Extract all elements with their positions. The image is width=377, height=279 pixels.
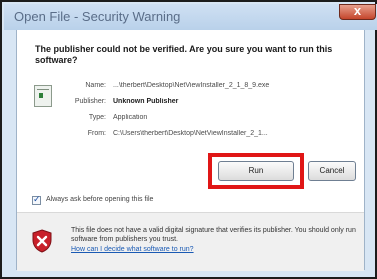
title-bar: Open File - Security Warning	[4, 4, 377, 30]
detail-row-name: Name: ...\therbert\Desktop\NetViewInstal…	[17, 82, 366, 94]
detail-value: ...\therbert\Desktop\NetViewInstaller_2_…	[113, 82, 270, 89]
signature-warning-text: This file does not have a valid digital …	[71, 227, 356, 243]
always-ask-checkbox[interactable]: ✓	[32, 194, 41, 205]
window-title: Open File - Security Warning	[14, 9, 181, 24]
detail-row-from: From: C:\Users\therbert\Desktop\NetViewI…	[17, 130, 366, 142]
detail-row-publisher: Publisher: Unknown Publisher	[17, 98, 366, 110]
dialog-content: The publisher could not be verified. Are…	[16, 30, 366, 271]
detail-value: C:\Users\therbert\Desktop\NetViewInstall…	[113, 130, 268, 137]
warning-headline: The publisher could not be verified. Are…	[35, 44, 333, 65]
help-link[interactable]: How can I decide what software to run?	[71, 246, 194, 253]
checkmark-icon: ✓	[33, 194, 41, 204]
detail-row-type: Type: Application	[17, 114, 366, 126]
detail-label: Type:	[88, 114, 106, 121]
warning-footer: This file does not have a valid digital …	[17, 212, 364, 271]
always-ask-label[interactable]: Always ask before opening this file	[46, 196, 153, 203]
detail-label: From:	[87, 130, 106, 137]
run-button[interactable]: Run	[218, 161, 294, 181]
detail-label: Publisher:	[74, 98, 106, 105]
detail-label: Name:	[85, 82, 106, 89]
close-icon: x	[353, 3, 362, 18]
detail-value: Application	[113, 114, 148, 121]
detail-value: Unknown Publisher	[113, 98, 179, 105]
close-button[interactable]: x	[339, 3, 376, 20]
red-shield-x-icon	[32, 229, 52, 253]
security-warning-dialog: Open File - Security Warning x The publi…	[0, 0, 377, 279]
cancel-button[interactable]: Cancel	[308, 161, 356, 181]
